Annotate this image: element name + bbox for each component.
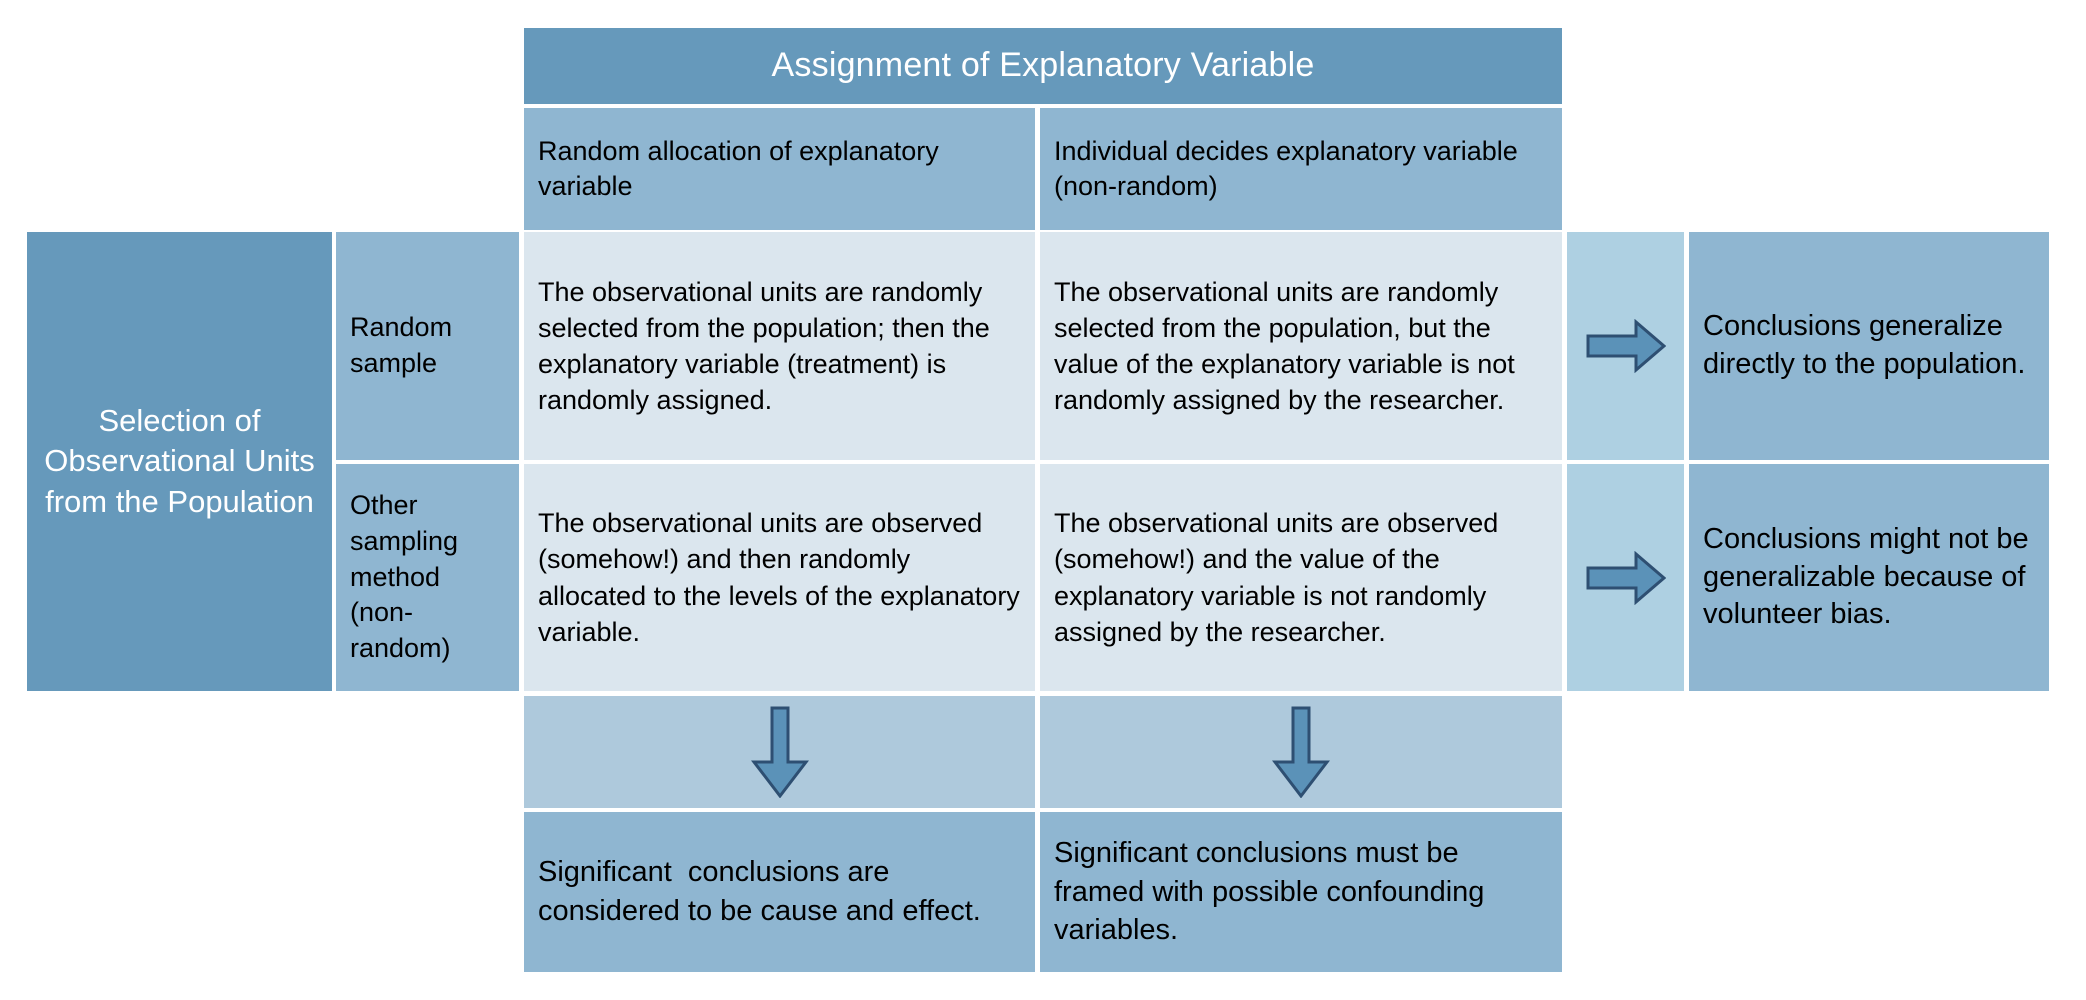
matrix-cell-other-sampling-random-allocation: The observational units are observed (so…: [524, 464, 1035, 691]
matrix-cell-random-sample-individual-decides: The observational units are randomly sel…: [1040, 232, 1562, 460]
matrix-cell-text: The observational units are randomly sel…: [1054, 276, 1515, 416]
matrix-cell-other-sampling-individual-decides: The observational units are observed (so…: [1040, 464, 1562, 691]
down-arrow-icon: [1272, 706, 1330, 798]
column-header-label: Individual decides explanatory variable …: [1054, 135, 1518, 201]
banner-title: Assignment of Explanatory Variable: [771, 46, 1315, 85]
comparison-matrix-diagram: Assignment of Explanatory Variable Rando…: [0, 0, 2086, 1000]
conclusion-column-1: Significant conclusions are considered t…: [524, 812, 1035, 972]
conclusion-text: Significant conclusions must be framed w…: [1054, 836, 1493, 947]
row-label-random-sample: Random sample: [336, 232, 519, 460]
row-group-title-selection-of-observational-units: Selection of Observational Units from th…: [27, 232, 332, 691]
matrix-cell-text: The observational units are observed (so…: [538, 508, 1020, 647]
row-label-text: Random sample: [350, 312, 453, 378]
conclusion-column-2: Significant conclusions must be framed w…: [1040, 812, 1562, 972]
row-label-other-sampling-method: Other sampling method (non-random): [336, 464, 519, 691]
column-header-individual-decides: Individual decides explanatory variable …: [1040, 108, 1562, 230]
right-arrow-icon: [1586, 550, 1666, 605]
column-header-label: Random allocation of explanatory variabl…: [538, 135, 939, 201]
conclusion-row-2: Conclusions might not be generalizable b…: [1689, 464, 2049, 691]
conclusion-text: Conclusions generalize directly to the p…: [1703, 310, 2026, 380]
banner-assignment-of-explanatory-variable: Assignment of Explanatory Variable: [524, 28, 1562, 104]
column-header-random-allocation: Random allocation of explanatory variabl…: [524, 108, 1035, 230]
conclusion-row-1: Conclusions generalize directly to the p…: [1689, 232, 2049, 460]
right-arrow-icon: [1586, 319, 1666, 373]
arrow-gutter-row-1: [1567, 232, 1684, 460]
conclusion-text: Conclusions might not be generalizable b…: [1703, 522, 2029, 631]
arrow-gutter-column-1: [524, 696, 1035, 808]
matrix-cell-random-sample-random-allocation: The observational units are randomly sel…: [524, 232, 1035, 460]
matrix-cell-text: The observational units are randomly sel…: [538, 276, 990, 416]
arrow-gutter-column-2: [1040, 696, 1562, 808]
conclusion-text: Significant conclusions are considered t…: [538, 856, 981, 927]
matrix-cell-text: The observational units are observed (so…: [1054, 508, 1499, 647]
row-label-text: Other sampling method (non-random): [350, 490, 459, 663]
down-arrow-icon: [750, 706, 809, 798]
row-group-title-label: Selection of Observational Units from th…: [44, 403, 315, 519]
arrow-gutter-row-2: [1567, 464, 1684, 691]
